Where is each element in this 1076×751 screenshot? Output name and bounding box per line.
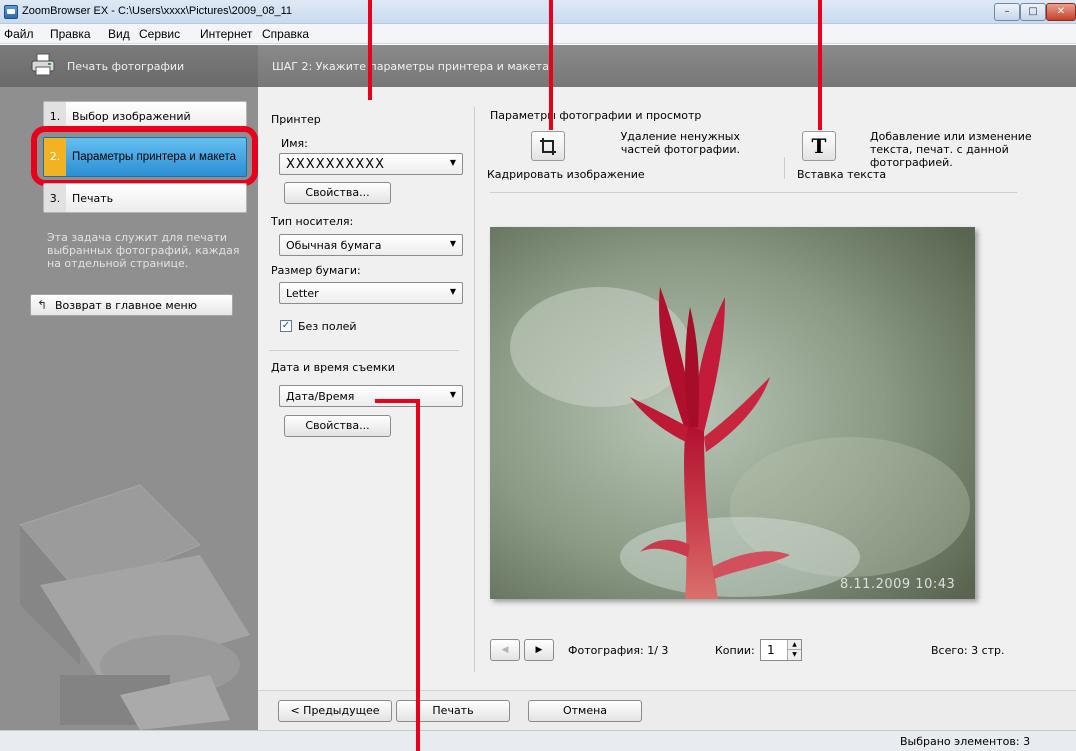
tool-divider — [784, 157, 785, 179]
back-button-label: Возврат в главное меню — [55, 299, 197, 312]
copies-value: 1 — [767, 643, 775, 657]
menu-file[interactable]: Файл — [4, 27, 34, 41]
media-type-select[interactable]: Обычная бумага ▼ — [279, 234, 463, 256]
callout-line-printer — [368, 0, 372, 100]
task-title: Печать фотографии — [67, 60, 185, 73]
crop-button[interactable] — [531, 131, 565, 161]
next-photo-button[interactable]: ▶ — [524, 639, 554, 661]
window-title: ZoomBrowser EX - C:\Users\xxxx\Pictures\… — [22, 5, 293, 17]
back-to-main-menu-button[interactable]: ↰ Возврат в главное меню — [30, 294, 233, 316]
printer-name-label: Имя: — [281, 137, 308, 150]
media-type-label: Тип носителя: — [271, 215, 354, 228]
task-panel: Печать фотографии 1. Выбор изображений 2… — [0, 45, 258, 730]
insert-text-label: Вставка текста — [797, 168, 887, 181]
menu-tools[interactable]: Сервис — [139, 27, 180, 41]
copies-stepper[interactable]: 1 ▲ ▼ — [760, 639, 802, 661]
chevron-down-icon: ▼ — [449, 287, 456, 296]
chevron-down-icon: ▼ — [449, 158, 456, 167]
insert-text-button[interactable]: T — [802, 131, 836, 161]
flower-photo — [490, 227, 975, 599]
total-pages: Всего: 3 стр. — [931, 644, 1005, 657]
date-time-value: Дата/Время — [286, 390, 355, 403]
insert-text-description: Добавление или изменение текста, печат. … — [870, 130, 1032, 169]
media-type-value: Обычная бумага — [286, 239, 382, 252]
title-bar: ZoomBrowser EX - C:\Users\xxxx\Pictures\… — [0, 0, 1076, 24]
vertical-divider — [474, 107, 475, 672]
printer-section-title: Принтер — [271, 113, 321, 126]
return-arrow-icon: ↰ — [37, 298, 48, 312]
section-divider — [269, 350, 459, 351]
chevron-down-icon: ▼ — [449, 239, 456, 248]
copies-label: Копии: — [715, 644, 755, 657]
stepper-down-icon[interactable]: ▼ — [787, 650, 801, 660]
printer-properties-button[interactable]: Свойства... — [284, 182, 391, 204]
task-description: Эта задача служит для печати выбранных ф… — [47, 231, 240, 270]
cancel-button[interactable]: Отмена — [528, 700, 642, 722]
task-header: Печать фотографии — [0, 45, 258, 87]
date-stamp: 8.11.2009 10:43 — [840, 577, 956, 592]
main-content: Принтер Имя: XXXXXXXXXX ▼ Свойства... Ти… — [258, 87, 1076, 690]
print-button[interactable]: Печать — [396, 700, 510, 722]
callout-line-crop — [549, 0, 553, 130]
wizard-nav-bar: < Предыдущее Печать Отмена — [258, 690, 1076, 730]
callout-line-text — [818, 0, 822, 130]
photo-counter: Фотография: 1/ 3 — [568, 644, 669, 657]
step-label: Печать — [72, 192, 114, 205]
callout-line-date-h — [375, 399, 420, 403]
params-divider — [490, 192, 1017, 193]
maximize-button[interactable]: □ — [1020, 3, 1046, 21]
menu-internet[interactable]: Интернет — [200, 27, 252, 41]
prev-photo-button[interactable]: ◀ — [490, 639, 520, 661]
crop-description: Удаление ненужных частей фотографии. — [620, 130, 740, 156]
close-button[interactable]: ✕ — [1046, 3, 1076, 21]
status-bar: Выбрано элементов: 3 — [0, 730, 1076, 751]
date-time-select[interactable]: Дата/Время ▼ — [279, 385, 463, 407]
step-header-title: ШАГ 2: Укажите параметры принтера и маке… — [272, 60, 549, 73]
step-number: 3. — [44, 184, 66, 212]
app-icon — [4, 5, 18, 19]
crop-icon — [540, 138, 556, 155]
selection-count: Выбрано элементов: 3 — [900, 735, 1031, 748]
paper-size-value: Letter — [286, 287, 319, 300]
printer-name-value: XXXXXXXXXX — [286, 157, 386, 172]
callout-line-date-v — [416, 399, 420, 751]
stepper-up-icon[interactable]: ▲ — [787, 640, 801, 650]
chevron-down-icon: ▼ — [449, 390, 456, 399]
previous-step-button[interactable]: < Предыдущее — [278, 700, 392, 722]
paper-size-select[interactable]: Letter ▼ — [279, 282, 463, 304]
text-icon: T — [811, 134, 827, 158]
step-print[interactable]: 3. Печать — [43, 183, 247, 213]
crop-label: Кадрировать изображение — [487, 168, 645, 181]
date-properties-button[interactable]: Свойства... — [284, 415, 391, 437]
printer-icon — [31, 53, 55, 76]
decorative-printer-illustration — [19, 484, 250, 730]
menu-help[interactable]: Справка — [262, 27, 309, 41]
step-highlight-annotation — [31, 126, 258, 186]
step-header: ШАГ 2: Укажите параметры принтера и маке… — [258, 45, 1076, 87]
printer-name-select[interactable]: XXXXXXXXXX ▼ — [279, 153, 463, 175]
borderless-checkbox[interactable]: ✓ — [280, 320, 292, 332]
borderless-label: Без полей — [298, 320, 357, 333]
menu-view[interactable]: Вид — [108, 27, 130, 41]
menu-bar: Файл Правка Вид Сервис Интернет Справка — [0, 24, 1076, 44]
step-label: Выбор изображений — [72, 110, 191, 123]
minimize-button[interactable]: – — [994, 3, 1020, 21]
date-time-section-title: Дата и время съемки — [271, 361, 395, 374]
paper-size-label: Размер бумаги: — [271, 264, 361, 277]
menu-edit[interactable]: Правка — [50, 27, 91, 41]
photo-preview: 8.11.2009 10:43 — [490, 227, 975, 599]
photo-params-title: Параметры фотографии и просмотр — [490, 109, 702, 122]
